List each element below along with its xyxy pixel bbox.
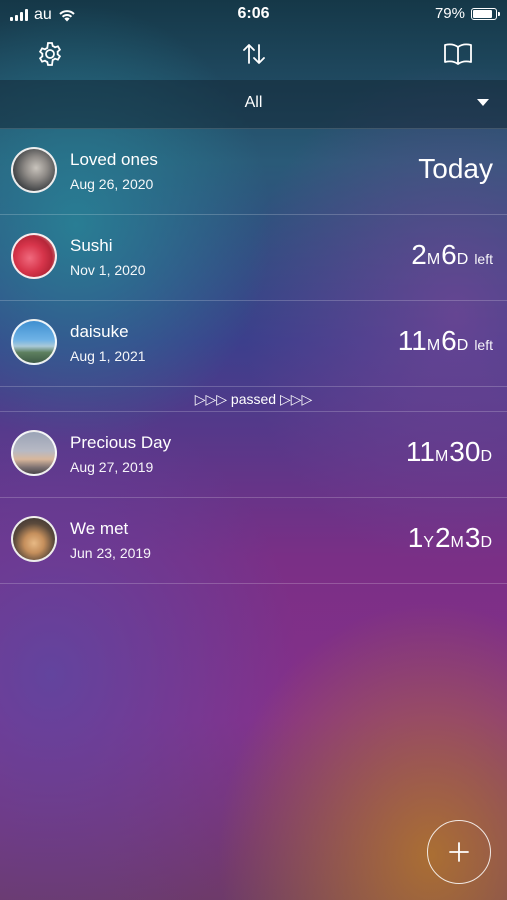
event-title: Precious Day	[70, 433, 172, 452]
countdown-number: 30	[449, 436, 481, 467]
event-countdown: 1 Y 2 M 3 D	[408, 522, 493, 554]
filter-dropdown[interactable]: All	[0, 80, 507, 129]
event-row[interactable]: We met Jun 23, 2019 1 Y 2 M 3 D	[0, 498, 507, 584]
event-title: daisuke	[70, 322, 129, 341]
countdown-unit: D	[456, 337, 469, 354]
event-thumbnail	[11, 233, 57, 279]
countdown-unit: M	[450, 534, 464, 551]
settings-button[interactable]	[34, 38, 66, 70]
event-date: Aug 1, 2021	[70, 348, 146, 364]
event-title: Sushi	[70, 236, 113, 255]
countdown-number: 6	[441, 325, 457, 356]
event-countdown: 11 M 6 D left	[398, 325, 493, 357]
passed-divider: ▷▷▷ passed ▷▷▷	[0, 387, 507, 412]
countdown-number: 11	[397, 325, 427, 356]
countdown-suffix: left	[474, 251, 493, 267]
filter-selected-label: All	[244, 94, 263, 111]
status-time: 6:06	[237, 5, 270, 22]
event-date: Aug 27, 2019	[70, 459, 154, 475]
sort-button[interactable]	[238, 38, 270, 70]
event-row[interactable]: Sushi Nov 1, 2020 2 M 6 D left	[0, 215, 507, 301]
countdown-number: 1	[407, 522, 424, 553]
countdown-suffix: left	[474, 337, 493, 353]
battery-fill	[473, 9, 492, 18]
event-thumbnail	[11, 147, 57, 193]
event-thumbnail	[11, 319, 57, 365]
event-row[interactable]: Loved ones Aug 26, 2020 Today	[0, 129, 507, 215]
countdown-unit: D	[456, 251, 469, 268]
countdown-unit: Y	[423, 534, 434, 551]
countdown-unit: M	[426, 251, 441, 268]
plus-icon	[449, 842, 469, 862]
countdown-number: 2	[434, 522, 451, 553]
countdown-unit: M	[426, 337, 441, 354]
countdown-unit: D	[480, 448, 492, 465]
event-date: Jun 23, 2019	[70, 545, 151, 561]
event-countdown: 2 M 6 D left	[411, 239, 493, 271]
event-row[interactable]: daisuke Aug 1, 2021 11 M 6 D left	[0, 301, 507, 387]
book-icon	[444, 43, 472, 65]
status-bar: au 6:06 79%	[0, 0, 507, 30]
add-event-button[interactable]	[427, 820, 491, 884]
battery-icon	[471, 7, 500, 20]
gear-icon	[38, 42, 62, 66]
event-title: Loved ones	[70, 150, 158, 169]
event-countdown: Today	[418, 153, 493, 185]
countdown-number: 6	[441, 239, 457, 270]
event-row[interactable]: Precious Day Aug 27, 2019 11 M 30 D	[0, 412, 507, 498]
toolbar	[0, 30, 507, 78]
event-countdown: 11 M 30 D	[406, 436, 493, 468]
countdown-number: 11	[405, 436, 435, 467]
countdown-number: 3	[464, 522, 481, 553]
battery-percent: 79%	[434, 5, 465, 22]
sort-arrows-icon	[243, 44, 265, 64]
countdown-unit: D	[480, 534, 492, 551]
event-title: We met	[70, 519, 129, 538]
event-thumbnail	[11, 516, 57, 562]
book-button[interactable]	[442, 38, 474, 70]
event-date: Nov 1, 2020	[70, 262, 146, 278]
chevron-down-icon	[477, 99, 489, 106]
event-date: Aug 26, 2020	[70, 176, 154, 192]
countdown-unit: M	[434, 448, 449, 465]
countdown-today: Today	[418, 153, 493, 184]
event-list: Loved ones Aug 26, 2020 Today Sushi Nov …	[0, 129, 507, 584]
status-right: 79%	[434, 5, 500, 22]
countdown-number: 2	[411, 239, 427, 270]
event-thumbnail	[11, 430, 57, 476]
